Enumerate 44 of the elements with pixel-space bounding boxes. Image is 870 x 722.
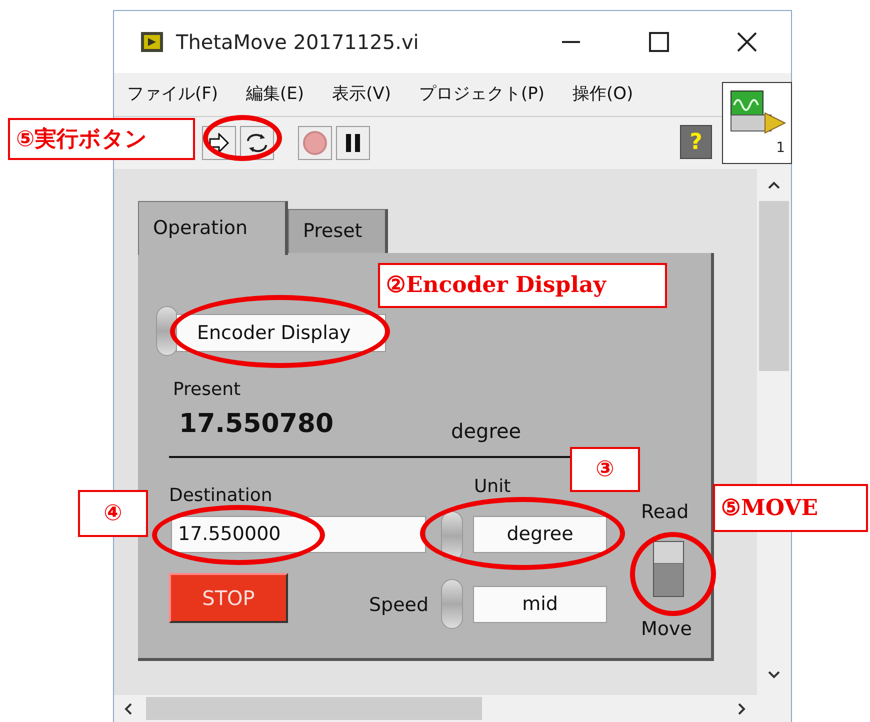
- pause-icon: [346, 134, 360, 152]
- callout-label: ⑤実行ボタン: [8, 118, 195, 160]
- scroll-thumb[interactable]: [146, 697, 482, 720]
- cycle-arrows-icon: [245, 132, 269, 154]
- menu-item[interactable]: 表示(V): [332, 82, 391, 108]
- scroll-up-icon: [768, 181, 780, 189]
- tab[interactable]: Operation: [138, 201, 288, 255]
- close-icon: [737, 32, 757, 52]
- menu-item[interactable]: 編集(E): [246, 82, 304, 108]
- connector-number: 1: [776, 139, 785, 158]
- callout-label: ③: [570, 447, 640, 492]
- ring-selector[interactable]: Encoder Display: [176, 314, 386, 352]
- scroll-down-icon: [768, 671, 780, 679]
- numeric-indicator: 17.550780: [179, 408, 334, 441]
- menu-item[interactable]: プロジェクト(P): [418, 82, 544, 108]
- help-button[interactable]: ?: [680, 125, 712, 159]
- tab[interactable]: Preset: [288, 209, 388, 253]
- arrow-icon: [208, 133, 230, 153]
- unit-text: degree: [451, 418, 522, 445]
- field-label: Unit: [474, 475, 511, 499]
- minimize-icon: [562, 41, 580, 43]
- callout-label: ④: [78, 490, 148, 537]
- menu-item[interactable]: 操作(O): [572, 82, 634, 108]
- callout-label: ②Encoder Display: [378, 263, 667, 308]
- switch-label: Move: [641, 619, 692, 640]
- speed-selector[interactable]: mid: [473, 586, 607, 623]
- switch-label: Read: [641, 502, 689, 523]
- stop-icon: [302, 130, 328, 156]
- scroll-left-icon: [124, 703, 132, 715]
- pause-button[interactable]: [336, 126, 370, 160]
- callout-label: ⑤MOVE: [713, 484, 868, 532]
- menu-item[interactable]: ファイル(F): [127, 82, 218, 108]
- window-title: ThetaMove 20171125.vi: [176, 29, 419, 56]
- toggle-switch[interactable]: [653, 541, 684, 597]
- scroll-thumb[interactable]: [759, 201, 789, 371]
- field-label: Speed: [369, 593, 429, 618]
- unit-selector[interactable]: degree: [473, 516, 607, 553]
- destination-field[interactable]: 17.550000: [171, 516, 426, 553]
- spinner[interactable]: [441, 579, 463, 629]
- maximize-icon: [649, 32, 669, 52]
- field-label: Present: [173, 378, 241, 402]
- vi-icon: [140, 30, 164, 54]
- scroll-right-icon: [738, 703, 746, 715]
- field-label: Destination: [169, 484, 272, 508]
